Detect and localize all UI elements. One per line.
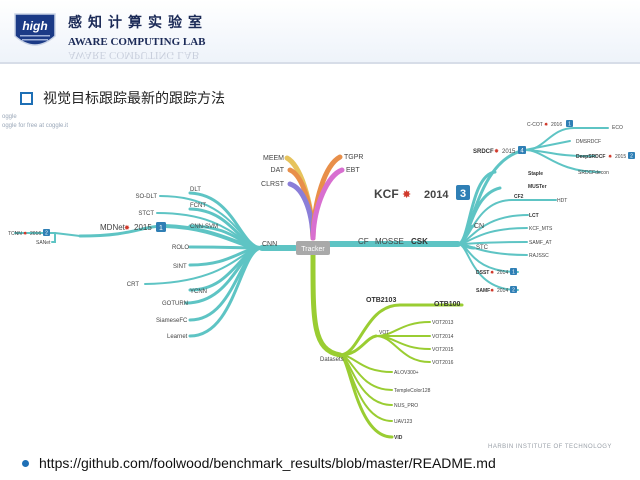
node-c-cot: C-COT <box>527 122 543 128</box>
kcf-year: 2014 <box>424 189 449 201</box>
node-mdnet: MDNet <box>100 223 126 232</box>
dsst-year: 2014 <box>497 270 508 276</box>
dsst-fire-icon: ✸ <box>490 270 494 276</box>
node-dat: DAT <box>271 167 285 174</box>
reference-link[interactable]: https://github.com/foolwood/benchmark_re… <box>39 455 496 471</box>
node-tgpr: TGPR <box>344 154 363 161</box>
node-datasets: Datasets <box>320 357 344 363</box>
node-so-dlt: SO-DLT <box>135 194 157 200</box>
node-sint: SINT <box>173 264 187 270</box>
deepsrdcf-year: 2015 <box>615 154 626 160</box>
node-tcnn: TCNN <box>8 231 22 237</box>
node-cnn: CNN <box>262 241 277 248</box>
node-csk: CSK <box>411 237 428 246</box>
tcnn-year: 2016 <box>30 231 41 237</box>
node-sanet: SANet <box>36 240 51 246</box>
node-meem: MEEM <box>263 155 284 162</box>
node-uav123: UAV123 <box>394 419 412 425</box>
node-vot2013: VOT2013 <box>432 320 454 326</box>
node-ebt: EBT <box>346 167 360 174</box>
node-muster: MUSTer <box>528 184 547 190</box>
deepsrdcf-fire-icon: ✸ <box>608 154 612 160</box>
node-clrst: CLRST <box>261 181 285 188</box>
node-ycnn: YCNN <box>190 289 207 295</box>
node-eco: ECO <box>612 125 623 131</box>
dsst-badge-count: 1 <box>512 270 515 276</box>
kcf-fire-icon: ✸ <box>402 189 411 201</box>
node-goturn: GOTURN <box>162 301 188 307</box>
node-rolo: ROLO <box>172 245 189 251</box>
ccot-fire-icon: ✸ <box>544 122 548 128</box>
mdnet-fire-icon: ✸ <box>124 224 130 232</box>
node-hdt: HDT <box>557 198 567 204</box>
tracker-mindmap: Tracker MEEM DAT CLRST TGPR EBT CNN DLT … <box>8 120 635 441</box>
node-rajssc: RAJSSC <box>529 253 549 259</box>
node-kcf-mts: KCF_MTS <box>529 226 553 232</box>
node-lct: LCT <box>529 213 539 219</box>
node-kcf: KCF <box>374 187 399 201</box>
node-fcnt: FCNT <box>190 203 206 209</box>
round-bullet-icon <box>22 459 29 467</box>
node-dlt: DLT <box>190 187 201 193</box>
node-cf: CF <box>358 237 369 246</box>
node-vot: VOT <box>379 330 389 336</box>
node-samf-at: SAMF_AT <box>529 240 552 246</box>
node-learnet: Learnet <box>167 334 188 340</box>
node-vid: VID <box>394 435 403 441</box>
tcnn-badge-count: 2 <box>45 231 48 237</box>
node-cn: CN <box>474 223 484 230</box>
node-otb2103: OTB2103 <box>366 297 396 304</box>
node-stct: STCT <box>138 211 154 217</box>
node-vot2015: VOT2015 <box>432 347 454 353</box>
node-siamesefc: SiameseFC <box>156 318 188 324</box>
samf-year: 2014 <box>497 288 508 294</box>
samf-badge-count: 2 <box>512 288 515 294</box>
node-mosse: MOSSE <box>375 237 404 246</box>
reference-row: https://github.com/foolwood/benchmark_re… <box>22 455 496 471</box>
node-srdcf: SRDCF <box>473 149 494 155</box>
ccot-year: 2016 <box>551 122 562 128</box>
srdcf-year: 2015 <box>502 149 516 155</box>
mdnet-year: 2015 <box>134 223 152 232</box>
srdcf-fire-icon: ✸ <box>494 148 499 155</box>
ccot-badge-count: 1 <box>568 122 571 128</box>
footer-org: HARBIN INSTITUTE OF TECHNOLOGY <box>488 444 612 450</box>
node-dmsrdcf: DMSRDCF <box>576 139 601 145</box>
node-crt: CRT <box>127 282 140 288</box>
root-label: Tracker <box>301 246 325 253</box>
node-cnn-svm: CNN-SVM <box>190 224 218 230</box>
node-staple: Staple <box>528 171 543 177</box>
tcnn-fire-icon: ✸ <box>23 231 27 237</box>
node-dsst: DSST <box>476 270 489 276</box>
node-nus-pro: NUS_PRO <box>394 403 418 409</box>
node-otb100: OTB100 <box>434 301 461 308</box>
node-vot2014: VOT2014 <box>432 334 454 340</box>
node-templecolor128: TempleColor128 <box>394 388 431 394</box>
node-deepsrdcf: DeepSRDCF <box>576 154 605 160</box>
mdnet-badge-count: 1 <box>159 225 163 232</box>
kcf-badge-count: 3 <box>460 188 466 200</box>
node-vot2016: VOT2016 <box>432 360 454 366</box>
node-stc: STC <box>476 245 489 251</box>
node-cf2: CF2 <box>514 194 524 200</box>
node-srdcfdecon: SRDCFdecon <box>578 170 609 176</box>
node-samf: SAMF <box>476 288 490 294</box>
samf-fire-icon: ✸ <box>490 288 494 294</box>
node-alov300: ALOV300+ <box>394 370 419 376</box>
deepsrdcf-badge-count: 2 <box>630 154 633 160</box>
